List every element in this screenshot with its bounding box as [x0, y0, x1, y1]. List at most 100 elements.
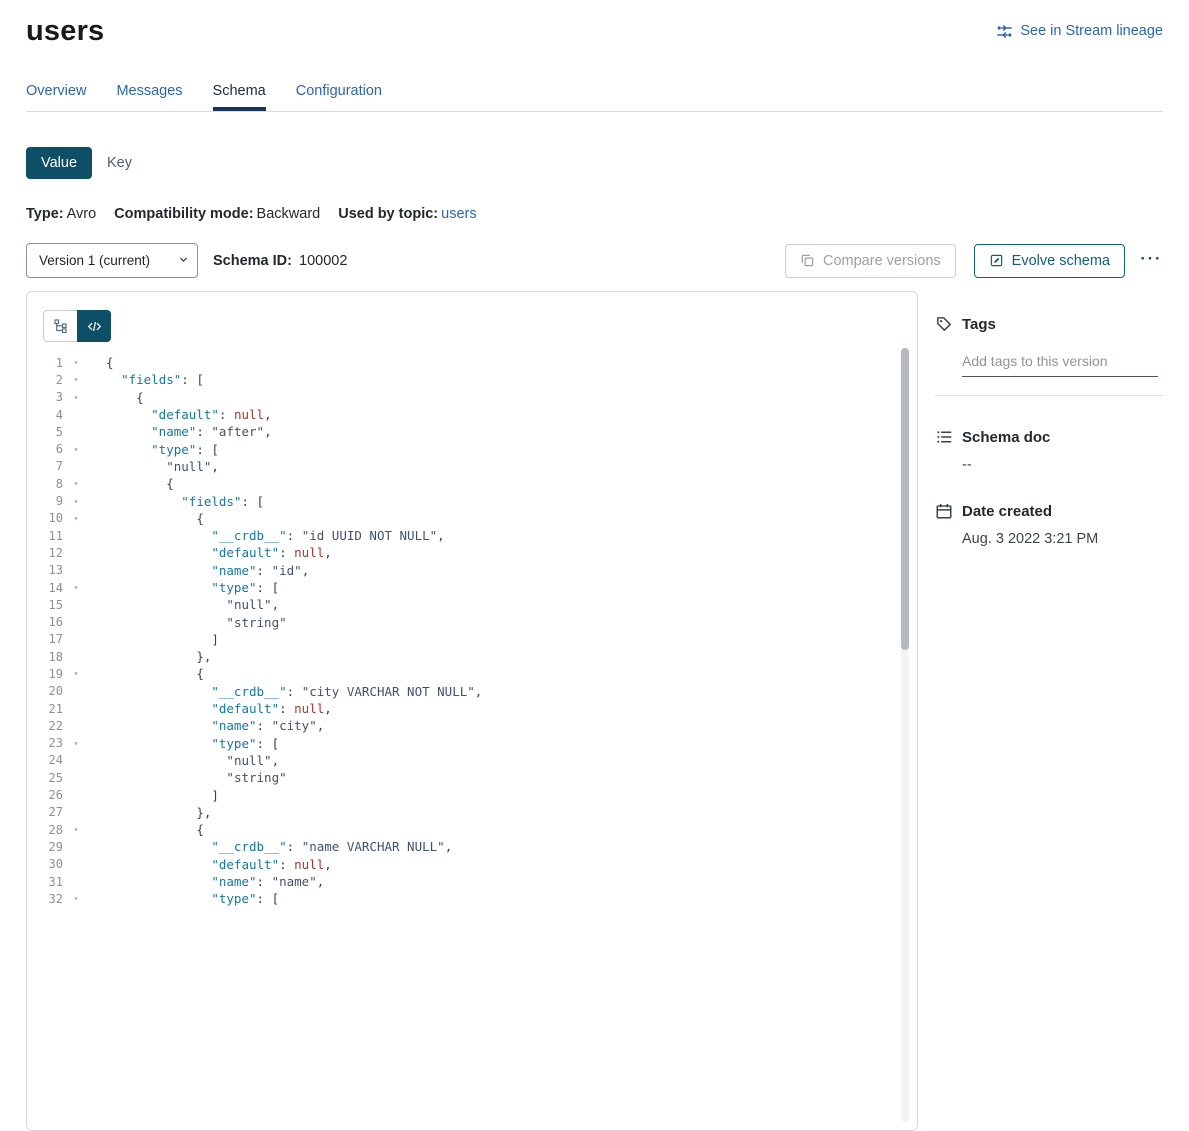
line-number: 5	[43, 425, 63, 439]
code-text: "fields": [	[106, 494, 264, 509]
editor-view-toggle	[43, 310, 111, 342]
code-text: },	[106, 805, 211, 820]
code-lines: 1▾{2▾ "fields": [3▾ {4 "default": null,5…	[43, 354, 917, 908]
fold-toggle-icon[interactable]: ▾	[69, 393, 83, 402]
code-line: 27 },	[43, 804, 917, 821]
fold-toggle-icon[interactable]: ▾	[69, 825, 83, 834]
fold-toggle-icon[interactable]: ▾	[69, 894, 83, 903]
type-group: Type:Avro	[26, 206, 96, 222]
line-number: 11	[43, 529, 63, 543]
doc-list-icon	[935, 428, 953, 446]
fold-toggle-icon[interactable]: ▾	[69, 583, 83, 592]
fold-toggle-icon[interactable]: ▾	[69, 358, 83, 367]
code-line: 15 "null",	[43, 596, 917, 613]
line-number: 21	[43, 702, 63, 716]
line-number: 20	[43, 684, 63, 698]
fold-toggle-icon[interactable]: ▾	[69, 669, 83, 678]
schema-doc-title: Schema doc	[962, 429, 1050, 446]
toggle-value-button[interactable]: Value	[26, 147, 92, 179]
line-number: 29	[43, 840, 63, 854]
copy-icon	[800, 253, 815, 268]
schema-code-editor: 1▾{2▾ "fields": [3▾ {4 "default": null,5…	[43, 354, 917, 908]
code-line: 30 "default": null,	[43, 856, 917, 873]
fold-toggle-icon[interactable]: ▾	[69, 739, 83, 748]
edit-schema-icon	[989, 253, 1004, 268]
evolve-schema-button[interactable]: Evolve schema	[974, 244, 1125, 278]
code-text: "default": null,	[106, 407, 272, 422]
code-text: "fields": [	[106, 372, 204, 387]
line-number: 19	[43, 667, 63, 681]
code-text: {	[106, 666, 204, 681]
schema-meta-row: Type:Avro Compatibility mode:Backward Us…	[26, 206, 1163, 222]
code-text: "name": "name",	[106, 874, 324, 889]
code-text: },	[106, 649, 211, 664]
scrollbar-thumb[interactable]	[901, 348, 909, 650]
toggle-key-button[interactable]: Key	[92, 147, 147, 179]
code-text: "string"	[106, 615, 287, 630]
code-line: 4 "default": null,	[43, 406, 917, 423]
code-text: "null",	[106, 753, 279, 768]
tab-overview[interactable]: Overview	[26, 83, 86, 111]
code-line: 7 "null",	[43, 458, 917, 475]
stream-lineage-icon	[996, 23, 1013, 40]
line-number: 26	[43, 788, 63, 802]
code-line: 14▾ "type": [	[43, 579, 917, 596]
evolve-schema-label: Evolve schema	[1012, 253, 1110, 269]
version-select[interactable]: Version 1 (current)	[26, 243, 198, 278]
stream-lineage-link[interactable]: See in Stream lineage	[996, 23, 1163, 40]
fold-toggle-icon[interactable]: ▾	[69, 445, 83, 454]
code-text: {	[106, 355, 114, 370]
tree-view-button[interactable]	[43, 310, 77, 342]
line-number: 12	[43, 546, 63, 560]
line-number: 13	[43, 563, 63, 577]
code-text: "null",	[106, 459, 219, 474]
fold-toggle-icon[interactable]: ▾	[69, 497, 83, 506]
code-line: 9 ▾ "fields": [	[43, 492, 917, 509]
tag-icon	[935, 315, 953, 333]
schema-doc-header: Schema doc	[935, 428, 1163, 446]
code-text: "type": [	[106, 736, 279, 751]
tab-messages[interactable]: Messages	[116, 83, 182, 111]
compare-versions-button[interactable]: Compare versions	[785, 244, 956, 278]
code-view-button[interactable]	[77, 310, 111, 342]
code-line: 32▾ "type": [	[43, 890, 917, 907]
type-value: Avro	[67, 206, 97, 222]
line-number: 17	[43, 632, 63, 646]
editor-scrollbar[interactable]	[901, 348, 909, 1122]
code-line: 26 ]	[43, 786, 917, 803]
code-text: ]	[106, 788, 219, 803]
code-text: "name": "city",	[106, 718, 324, 733]
tab-schema[interactable]: Schema	[213, 83, 266, 111]
code-line: 25 "string"	[43, 769, 917, 786]
type-label: Type:	[26, 206, 64, 222]
line-number: 15	[43, 598, 63, 612]
fold-toggle-icon[interactable]: ▾	[69, 479, 83, 488]
schema-doc-value: --	[962, 457, 1163, 473]
line-number: 28	[43, 823, 63, 837]
tab-configuration[interactable]: Configuration	[296, 83, 382, 111]
line-number: 25	[43, 771, 63, 785]
tags-title: Tags	[962, 316, 996, 333]
code-line: 13 "name": "id",	[43, 562, 917, 579]
page-title: users	[26, 15, 104, 48]
line-number: 9	[43, 494, 63, 508]
line-number: 8	[43, 477, 63, 491]
line-number: 7	[43, 459, 63, 473]
topic-link[interactable]: users	[441, 206, 476, 222]
stream-lineage-label: See in Stream lineage	[1020, 23, 1163, 39]
code-line: 21 "default": null,	[43, 700, 917, 717]
fold-toggle-icon[interactable]: ▾	[69, 514, 83, 523]
code-text: "string"	[106, 770, 287, 785]
calendar-icon	[935, 502, 953, 520]
compatibility-value: Backward	[257, 206, 321, 222]
tags-input[interactable]	[962, 349, 1158, 377]
code-text: "__crdb__": "name VARCHAR NULL",	[106, 839, 452, 854]
line-number: 23	[43, 736, 63, 750]
schema-id: Schema ID: 100002	[213, 253, 347, 269]
line-number: 14	[43, 581, 63, 595]
more-options-button[interactable]: ⋯	[1137, 247, 1163, 275]
compare-versions-label: Compare versions	[823, 253, 941, 269]
schema-editor-panel: 1▾{2▾ "fields": [3▾ {4 "default": null,5…	[26, 291, 918, 1131]
fold-toggle-icon[interactable]: ▾	[69, 375, 83, 384]
tags-header: Tags	[935, 315, 1163, 333]
